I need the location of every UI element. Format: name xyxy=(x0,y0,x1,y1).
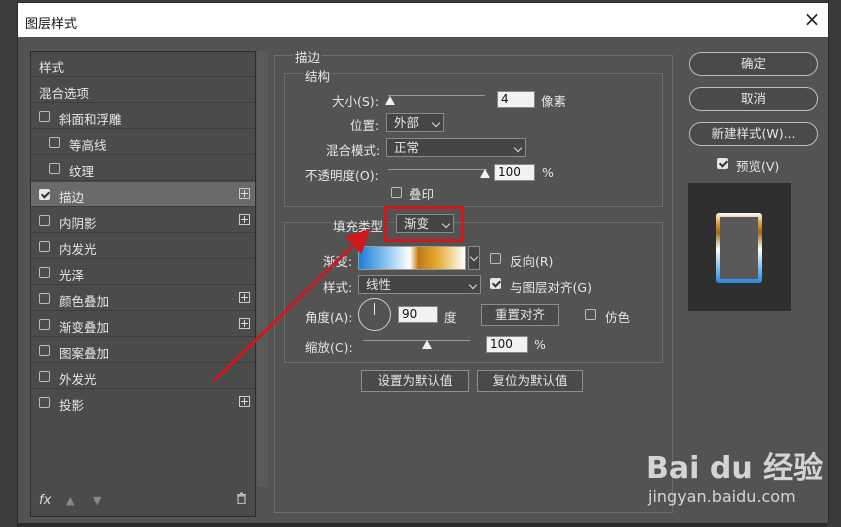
layer-style-dialog: 图层样式 × 样式 混合选项 斜面和浮雕 等高线 纹理 描边 内阴影 内发光 光… xyxy=(17,2,829,524)
watermark-logo: Bai du 经验 xyxy=(646,451,824,486)
baidu-watermark: Bai du 经验 jingyan.baidu.com xyxy=(646,443,841,513)
watermark-url: jingyan.baidu.com xyxy=(648,487,796,506)
background-left-edge xyxy=(0,0,17,527)
